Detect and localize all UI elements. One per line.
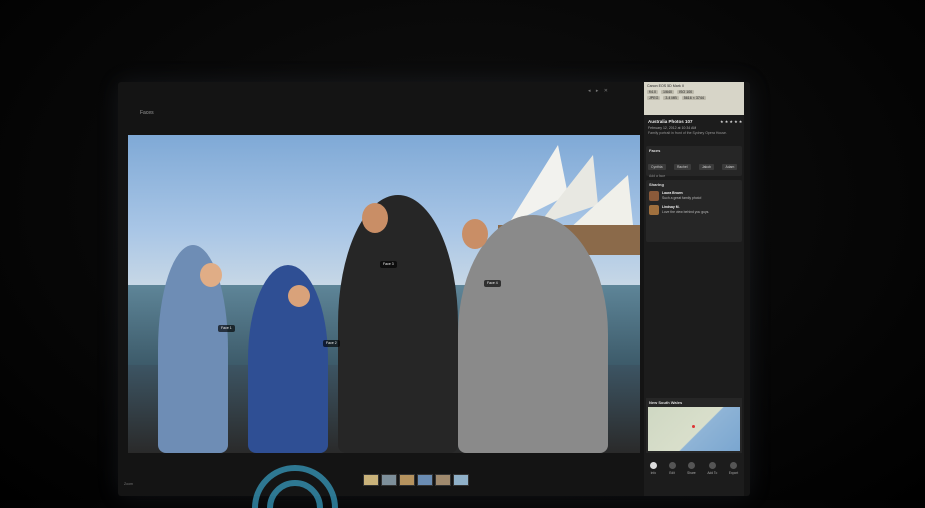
add-to-button[interactable]: Add To	[707, 458, 717, 494]
face-name-chip[interactable]: Rachel	[673, 164, 691, 170]
faces-header[interactable]: Faces	[646, 146, 742, 155]
sharing-header[interactable]: Sharing	[646, 180, 742, 189]
filmstrip-thumb[interactable]	[399, 474, 415, 486]
export-button[interactable]: Export	[729, 458, 738, 494]
edit-button[interactable]: Edit	[668, 458, 676, 494]
face-tag[interactable]: Face 3	[380, 261, 397, 268]
face-name-chip[interactable]: Adam	[722, 164, 738, 170]
bottom-toolbar: Info Edit Share Add To Export	[644, 458, 744, 494]
map-panel: New South Wales	[646, 398, 742, 453]
face-woman	[462, 219, 488, 249]
person-woman	[458, 215, 608, 453]
comment-text: Such a great family photo!	[662, 195, 702, 200]
photo-date: February 12, 2012 at 10:34 AM	[648, 126, 697, 130]
screen: Faces ◂ ▸ ✕ Face 1 Face 2 Face 3 Face 4 …	[118, 82, 750, 496]
filmstrip-thumb[interactable]	[435, 474, 451, 486]
avatar	[649, 205, 659, 215]
filmstrip-thumb[interactable]	[381, 474, 397, 486]
filmstrip-thumb[interactable]	[363, 474, 379, 486]
filesize: 3.4 MB	[663, 96, 679, 100]
share-icon	[687, 462, 695, 469]
iso: ISO 100	[677, 90, 695, 94]
photo-title[interactable]: Australia Photos 107	[648, 119, 693, 124]
shutter: 1/640	[661, 90, 674, 94]
rating-stars[interactable]: ★ ★ ★ ★ ★	[720, 119, 742, 124]
main-photo[interactable]: Face 1 Face 2 Face 3 Face 4	[128, 135, 640, 453]
face-name-chip[interactable]: Jakob	[698, 164, 715, 170]
comment-item: Lindsay M. Love the view behind you guys…	[646, 203, 742, 217]
zoom-label[interactable]: Zoom	[124, 482, 133, 486]
person-man	[338, 195, 458, 453]
format: JPEG	[647, 96, 661, 100]
filmstrip-thumb[interactable]	[417, 474, 433, 486]
faces-panel: Faces Cynthia Rachel Jakob Adam Add a fa…	[646, 146, 742, 179]
face-tag[interactable]: Face 2	[323, 340, 340, 347]
face-boy-middle	[288, 285, 310, 307]
filmstrip[interactable]	[363, 474, 469, 486]
map-header[interactable]: New South Wales	[646, 398, 742, 407]
face-tag[interactable]: Face 4	[484, 280, 501, 287]
avatar	[649, 191, 659, 201]
window-controls[interactable]: ◂ ▸ ✕	[588, 88, 610, 94]
location-map[interactable]	[648, 407, 740, 451]
add-face-link[interactable]: Add a face	[646, 173, 742, 179]
metadata-box: Canon EOS 5D Mark II f/4.0 1/640 ISO 100…	[644, 82, 744, 115]
app-title: Faces	[140, 110, 154, 116]
filmstrip-thumb[interactable]	[453, 474, 469, 486]
comment-item: Laura Brown Such a great family photo!	[646, 189, 742, 203]
inspector-panel: Canon EOS 5D Mark II f/4.0 1/640 ISO 100…	[644, 82, 744, 496]
info-icon	[649, 462, 657, 469]
sharing-panel: Sharing Laura Brown Such a great family …	[646, 180, 742, 242]
camera-model: Canon EOS 5D Mark II	[647, 84, 684, 88]
plus-icon	[708, 462, 716, 469]
face-name-chip[interactable]: Cynthia	[648, 164, 666, 170]
export-icon	[730, 462, 738, 469]
aperture: f/4.0	[647, 90, 658, 94]
photo-description[interactable]: Family portrait in front of the Sydney O…	[648, 131, 740, 136]
face-boy-left	[200, 263, 222, 287]
face-man	[362, 203, 388, 233]
pencil-icon	[668, 462, 676, 469]
face-tag[interactable]: Face 1	[218, 325, 235, 332]
map-pin-icon[interactable]	[692, 425, 695, 428]
info-button[interactable]: Info	[649, 458, 657, 494]
share-button[interactable]: Share	[687, 458, 696, 494]
wifi-logo-icon	[252, 465, 338, 508]
dimensions: 5616 × 3744	[681, 96, 706, 100]
comment-text: Love the view behind you guys.	[662, 209, 710, 214]
